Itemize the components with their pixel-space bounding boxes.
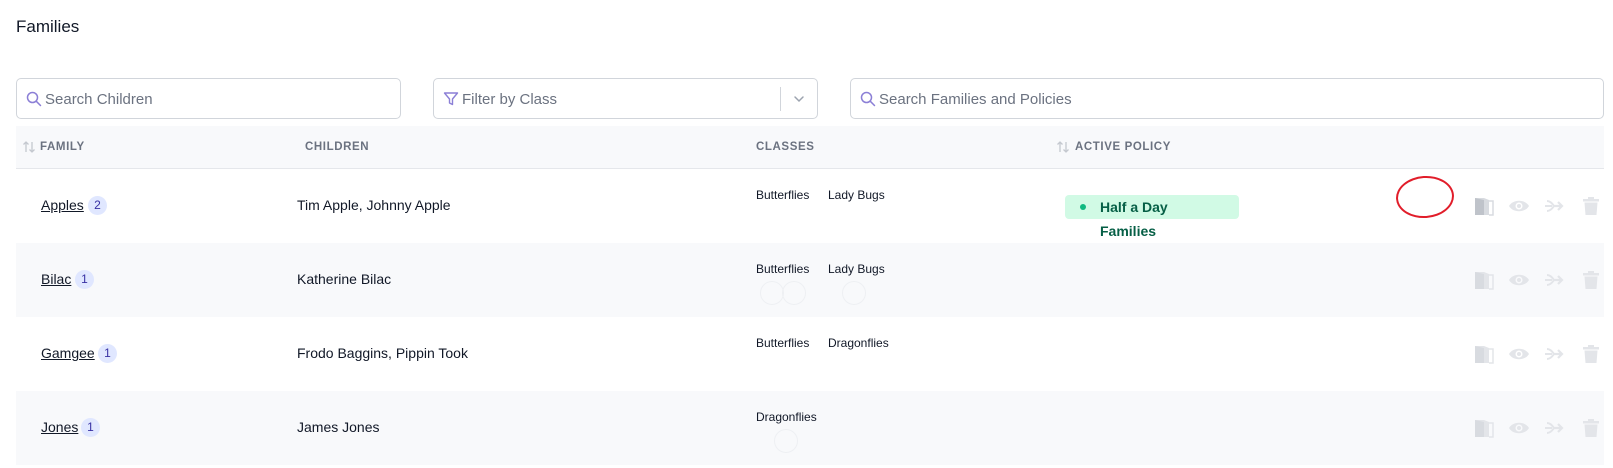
- search-children-input[interactable]: Search Children: [16, 78, 401, 119]
- search-children-placeholder: Search Children: [45, 91, 153, 108]
- children-names: Tim Apple, Johnny Apple: [297, 197, 451, 213]
- door-exit-icon[interactable]: [1472, 195, 1494, 217]
- family-link[interactable]: Bilac: [41, 271, 71, 287]
- header-active-policy[interactable]: ACTIVE POLICY: [1075, 141, 1171, 153]
- page-title: Families: [16, 17, 80, 36]
- table-row: Jones 1 James Jones Dragonflies: [16, 391, 1604, 465]
- child-count-badge: 1: [81, 418, 100, 437]
- class-tag: Lady Bugs: [828, 188, 885, 202]
- status-dot: [1080, 204, 1086, 210]
- search-families-placeholder: Search Families and Policies: [879, 91, 1072, 108]
- loading-ring: [782, 281, 806, 305]
- families-table: FAMILY CHILDREN CLASSES ACTIVE POLICY Ap…: [16, 126, 1604, 468]
- door-exit-icon[interactable]: [1472, 269, 1494, 291]
- arrow-right-icon[interactable]: [1544, 343, 1566, 365]
- arrow-right-icon[interactable]: [1544, 417, 1566, 439]
- children-names: James Jones: [297, 419, 380, 435]
- header-children: CHILDREN: [305, 141, 370, 153]
- search-families-input[interactable]: Search Families and Policies: [850, 78, 1604, 119]
- children-names: Katherine Bilac: [297, 271, 392, 287]
- header-family[interactable]: FAMILY: [40, 141, 85, 153]
- arrow-right-icon[interactable]: [1544, 269, 1566, 291]
- sort-icon[interactable]: [22, 140, 36, 154]
- trash-icon[interactable]: [1580, 417, 1602, 439]
- class-tag: Butterflies: [756, 262, 810, 276]
- arrow-right-icon[interactable]: [1544, 195, 1566, 217]
- eye-icon[interactable]: [1508, 417, 1530, 439]
- trash-icon[interactable]: [1580, 269, 1602, 291]
- filter-class-placeholder: Filter by Class: [462, 91, 558, 108]
- table-row: Apples 2 Tim Apple, Johnny Apple Butterf…: [16, 169, 1604, 243]
- policy-label: Half a Day Families: [1100, 199, 1168, 239]
- class-tag: Dragonflies: [828, 336, 889, 350]
- trash-icon[interactable]: [1580, 195, 1602, 217]
- highlight-annotation: [1394, 174, 1456, 220]
- eye-icon[interactable]: [1508, 195, 1530, 217]
- filter-class-select[interactable]: Filter by Class: [433, 78, 818, 119]
- table-row: Gamgee 1 Frodo Baggins, Pippin Took Butt…: [16, 317, 1604, 391]
- class-tag: Dragonflies: [756, 410, 817, 424]
- class-tag: Butterflies: [756, 336, 810, 350]
- table-row: Bilac 1 Katherine Bilac Butterflies Lady…: [16, 243, 1604, 317]
- family-link[interactable]: Apples: [41, 197, 84, 213]
- child-count-badge: 1: [98, 344, 117, 363]
- family-link[interactable]: Gamgee: [41, 345, 95, 361]
- child-count-badge: 2: [88, 196, 107, 215]
- loading-ring: [760, 281, 784, 305]
- sort-icon[interactable]: [1056, 140, 1070, 154]
- header-classes: CLASSES: [756, 141, 815, 153]
- door-exit-icon[interactable]: [1472, 343, 1494, 365]
- loading-ring: [842, 281, 866, 305]
- select-separator: [780, 87, 781, 111]
- family-link[interactable]: Jones: [41, 419, 78, 435]
- filter-icon: [443, 92, 459, 106]
- search-icon: [26, 91, 42, 107]
- search-icon: [860, 91, 876, 107]
- child-count-badge: 1: [75, 270, 94, 289]
- children-names: Frodo Baggins, Pippin Took: [297, 345, 468, 361]
- eye-icon[interactable]: [1508, 343, 1530, 365]
- loading-ring: [774, 429, 798, 453]
- door-exit-icon[interactable]: [1472, 417, 1494, 439]
- class-tag: Lady Bugs: [828, 262, 885, 276]
- active-policy-badge: Half a Day Families: [1065, 195, 1239, 239]
- table-header: FAMILY CHILDREN CLASSES ACTIVE POLICY: [16, 126, 1604, 169]
- eye-icon[interactable]: [1508, 269, 1530, 291]
- trash-icon[interactable]: [1580, 343, 1602, 365]
- chevron-down-icon[interactable]: [793, 93, 805, 105]
- class-tag: Butterflies: [756, 188, 810, 202]
